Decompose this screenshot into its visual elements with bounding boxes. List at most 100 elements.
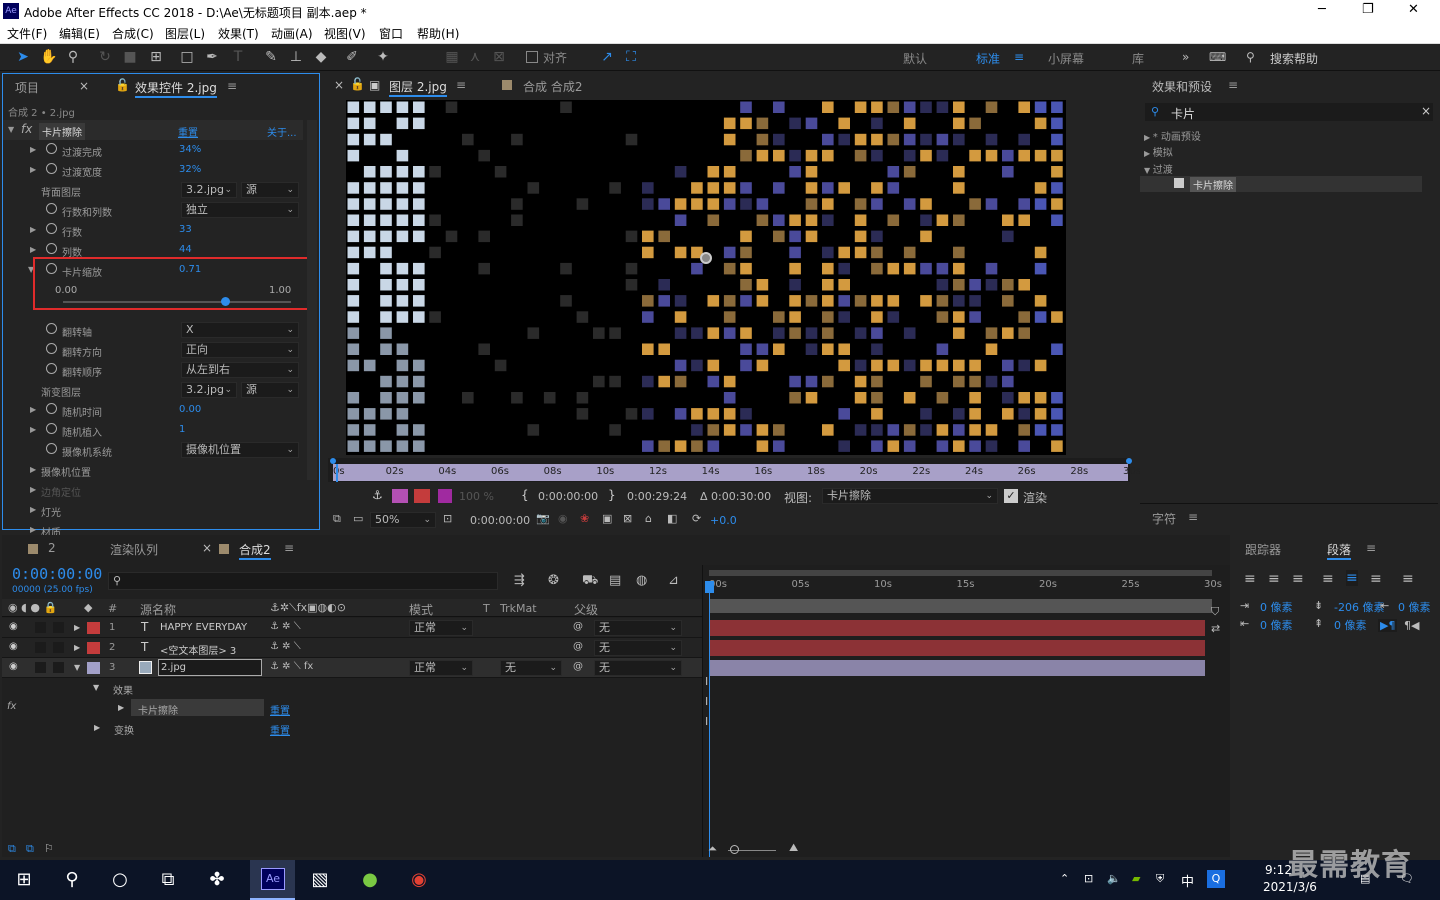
mode-dropdown[interactable]: 正常 ⌄ <box>409 660 473 676</box>
view-dropdown[interactable]: 卡片擦除 ⌄ <box>822 488 998 504</box>
expand-icon[interactable]: ▶ <box>30 405 36 414</box>
pick-whip-icon[interactable]: @ <box>573 621 583 632</box>
draft-3d-icon[interactable]: ❂ <box>548 573 559 588</box>
effect-property-row[interactable]: ▶ 边角定位 <box>3 480 303 500</box>
solo-box[interactable] <box>35 662 46 673</box>
indent-right-value[interactable]: 0 像素 <box>1260 617 1293 633</box>
workspace-menu-icon[interactable]: ≡ <box>1014 50 1024 64</box>
property-dropdown[interactable]: 3.2.jpg ⌄ <box>181 182 237 198</box>
monitor-icon[interactable]: ▭ <box>353 512 363 525</box>
property-dropdown[interactable]: X ⌄ <box>181 322 299 338</box>
twirl-icon[interactable]: ▼ <box>74 663 80 672</box>
close-tab-icon[interactable]: × <box>79 79 89 93</box>
viewer-menu-icon[interactable]: ≡ <box>456 78 466 92</box>
property-value[interactable]: 44 <box>179 244 192 255</box>
panel-scrollbar[interactable] <box>307 120 317 480</box>
rotate-tool-icon[interactable]: ↻ <box>96 48 114 66</box>
notepad-app-icon[interactable]: ▧ <box>306 866 334 894</box>
tray-chevron-icon[interactable]: ⌃ <box>1060 872 1069 885</box>
stopwatch-icon[interactable] <box>46 243 57 254</box>
stopwatch-icon[interactable] <box>46 203 57 214</box>
layer-switches-icons[interactable]: ⚓ ✲ ⟍ fx <box>270 661 313 672</box>
label-color-chip[interactable] <box>87 622 100 634</box>
effects-menu-icon[interactable]: ≡ <box>1228 78 1238 92</box>
anchor-point-icon[interactable] <box>700 252 712 264</box>
close-timeline-tab-icon[interactable]: × <box>202 541 212 555</box>
twirl-icon[interactable]: ▶ <box>74 623 80 632</box>
expand-icon[interactable]: ▶ <box>30 465 36 474</box>
col-source-name[interactable]: 源名称 <box>140 601 176 618</box>
type-tool-icon[interactable]: T <box>229 48 247 66</box>
expand-icon[interactable]: ▶ <box>30 225 36 234</box>
justify-center-icon[interactable]: ≡ <box>1346 570 1358 586</box>
effect-property-row[interactable]: ▶ 摄像机位置 <box>3 460 303 480</box>
property-dropdown[interactable]: 正向 ⌄ <box>181 342 299 358</box>
effect-property-row[interactable]: 翻转方向 正向 ⌄ <box>3 340 303 360</box>
frame-blending-icon[interactable]: ▤ <box>609 573 621 588</box>
align-checkbox[interactable] <box>526 51 538 63</box>
space-after-value[interactable]: 0 像素 <box>1334 617 1367 633</box>
expand-icon[interactable]: ▶ <box>30 145 36 154</box>
menu-composition[interactable]: 合成(C) <box>112 25 154 42</box>
layer-name[interactable]: <空文本图层> 3 <box>160 642 236 657</box>
pen-tool-icon[interactable]: ✒ <box>203 48 221 66</box>
menu-animation[interactable]: 动画(A) <box>271 25 313 42</box>
menu-effect[interactable]: 效果(T) <box>218 25 259 42</box>
layer-name[interactable]: HAPPY EVERYDAY <box>160 622 247 633</box>
tab-paragraph[interactable]: 段落 <box>1327 541 1352 560</box>
clear-search-icon[interactable]: × <box>1421 104 1431 118</box>
menu-edit[interactable]: 编辑(E) <box>59 25 100 42</box>
visibility-eye-icon[interactable]: ◉ <box>9 641 18 652</box>
lock-box[interactable] <box>53 622 64 633</box>
stamp-tool-icon[interactable]: ⊥ <box>287 48 305 66</box>
panel-menu-icon[interactable]: ≡ <box>227 79 237 93</box>
comp-marker-icon[interactable]: ⛉ <box>1211 605 1219 619</box>
chrome-icon[interactable]: ◉ <box>405 866 433 894</box>
viewer-time-ruler[interactable]: 0s 02s 04s 06s 08s 10s 12s 14s 16s 18s 20s 22s 24s 26… <box>328 458 1141 482</box>
close-button[interactable]: ✕ <box>1408 2 1419 17</box>
zoom-out-icon[interactable]: ⏶ <box>708 842 717 856</box>
timeline-ruler[interactable]: 00s 05s 10s 15s 20s 25s 30s <box>709 579 1222 593</box>
stopwatch-icon[interactable] <box>46 143 57 154</box>
rectangle-tool-icon[interactable]: □ <box>178 48 196 66</box>
network-icon[interactable]: ⊡ <box>1084 872 1093 885</box>
hand-tool-icon[interactable]: ✋ <box>40 48 58 66</box>
label-color-chip[interactable] <box>87 662 100 674</box>
layer-row[interactable]: ◉ ▶ 1 T HAPPY EVERYDAY ⚓ ✲ ⟍ 正常 ⌄ @ 无 ⌄ <box>2 618 702 638</box>
tab-project[interactable]: 项目 <box>15 79 39 96</box>
reset-link[interactable]: 重置 <box>270 702 290 717</box>
pick-whip-icon[interactable]: @ <box>573 641 583 652</box>
security-icon[interactable]: ⛨ <box>1156 872 1164 886</box>
tab-effect-controls[interactable]: 效果控件 2.jpg <box>135 79 217 98</box>
stopwatch-icon[interactable] <box>46 403 57 414</box>
expand-icon[interactable]: ▶ <box>30 425 36 434</box>
graph-editor-icon[interactable]: ⊿ <box>668 573 679 588</box>
expand-time-icon[interactable]: ⚐ <box>44 842 54 855</box>
zoom-slider-thumb[interactable] <box>730 845 739 854</box>
character-title[interactable]: 字符 <box>1152 510 1176 527</box>
viewer-playhead[interactable] <box>336 464 338 482</box>
stopwatch-icon[interactable] <box>46 443 57 454</box>
character-menu-icon[interactable]: ≡ <box>1188 510 1198 524</box>
stopwatch-icon[interactable] <box>46 343 57 354</box>
out-time[interactable]: 0:00:29:24 <box>627 490 687 503</box>
3d-view-icon[interactable]: ⌂ <box>645 512 652 525</box>
visibility-eye-icon[interactable]: ◉ <box>9 621 18 632</box>
stopwatch-icon[interactable] <box>46 223 57 234</box>
effect-property-row[interactable]: 摄像机系统 摄像机位置 ⌄ <box>3 440 303 460</box>
ltr-direction-icon[interactable]: ▶¶ <box>1378 619 1398 632</box>
layer-switches-icons[interactable]: ⚓ ✲ ⟍ <box>270 641 301 652</box>
reset-exposure-icon[interactable]: ⟳ <box>692 512 701 525</box>
effect-property-row[interactable]: ▶ 过渡完成 34% <box>3 140 303 160</box>
work-area-bar[interactable] <box>709 570 1212 576</box>
pan-behind-tool-icon[interactable]: ⊞ <box>147 48 165 66</box>
set-in-icon[interactable]: { <box>521 488 529 502</box>
twirl-icon[interactable]: ▶ <box>118 703 124 712</box>
twirl-icon[interactable]: ▶ <box>74 643 80 652</box>
tab-render-queue[interactable]: 渲染队列 <box>110 541 158 558</box>
ime-indicator[interactable]: 中 <box>1181 871 1194 890</box>
about-link[interactable]: 关于... <box>267 124 297 139</box>
menu-layer[interactable]: 图层(L) <box>165 25 205 42</box>
comp-button-icon[interactable]: ⇄ <box>1211 622 1220 635</box>
effect-property-row[interactable]: 渐变图层 3.2.jpg ⌄ 源 ⌄ <box>3 380 303 400</box>
